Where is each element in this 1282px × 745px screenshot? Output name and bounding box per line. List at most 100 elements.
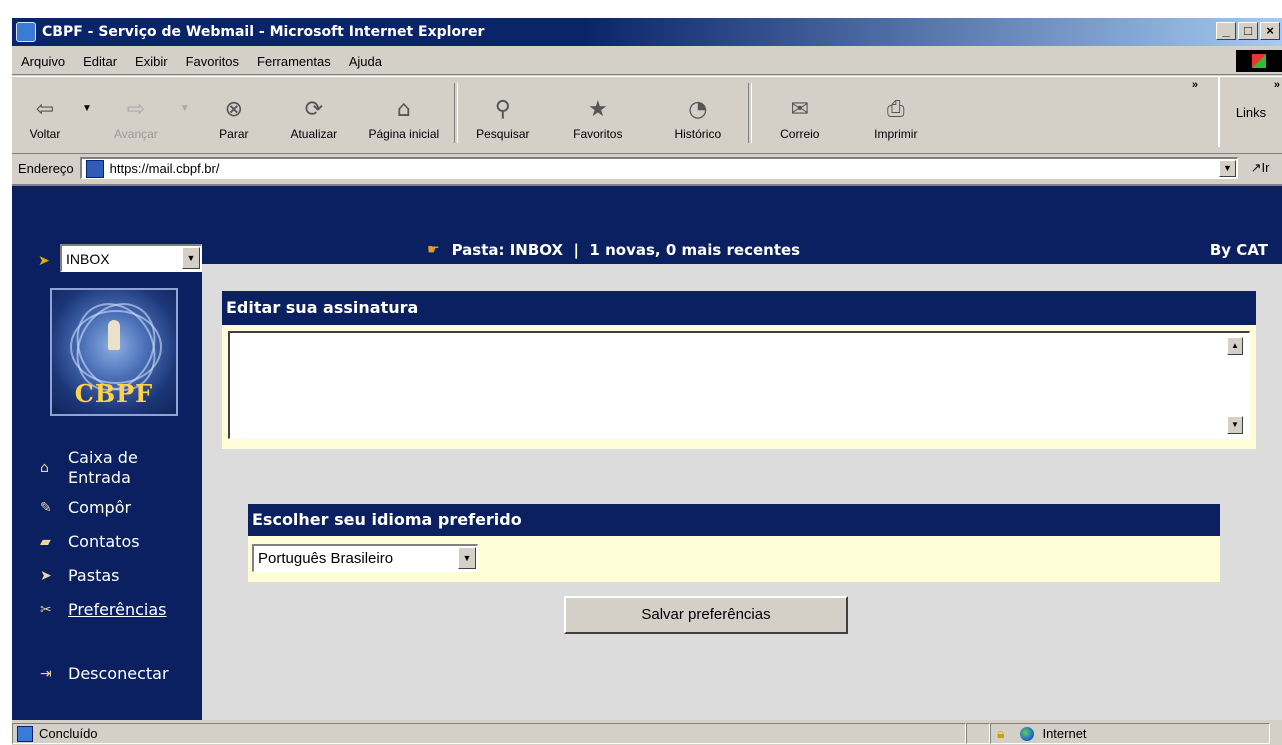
ie-app-icon <box>16 22 36 42</box>
by-cat-credit: By CAT <box>1209 241 1268 259</box>
favorites-folder-icon: ★ <box>587 97 608 122</box>
forward-button[interactable]: ⇨ Avançar <box>96 77 176 147</box>
language-dropdown-icon[interactable]: ▼ <box>458 547 476 569</box>
address-book-icon: ▰ <box>40 534 51 550</box>
sidebar-item-logout[interactable]: ⇥ Desconectar <box>40 664 169 684</box>
forward-dropdown-icon[interactable]: ▼ <box>176 103 194 114</box>
printer-icon: ⎙ <box>887 97 905 122</box>
back-label: Voltar <box>29 127 61 141</box>
sidebar-item-contacts[interactable]: ▰ Contatos <box>40 532 140 552</box>
forward-label: Avançar <box>114 127 158 141</box>
scroll-down-icon[interactable]: ▼ <box>1227 416 1243 434</box>
back-arrow-icon: ⇦ <box>35 97 55 122</box>
globe-icon <box>1020 726 1035 741</box>
sidebar-item-folders[interactable]: ➤ Pastas <box>40 566 119 586</box>
folder-dropdown-icon[interactable]: ▼ <box>182 247 200 269</box>
back-dropdown-icon[interactable]: ▼ <box>78 103 96 114</box>
mail-icon: ✉ <box>790 97 810 122</box>
menu-favoritos[interactable]: Favoritos <box>177 54 248 69</box>
address-label: Endereço <box>18 160 74 176</box>
menu-arquivo[interactable]: Arquivo <box>12 54 74 69</box>
stop-button[interactable]: ⊗ Parar <box>194 77 274 147</box>
sidebar-item-compose[interactable]: ✎ Compôr <box>40 498 131 518</box>
print-label: Imprimir <box>874 127 918 141</box>
signature-textarea[interactable]: ▲ ▼ <box>228 331 1250 439</box>
sidebar-item-label: Caixa de Entrada <box>68 448 138 487</box>
zone-label: Internet <box>1042 726 1087 741</box>
search-label: Pesquisar <box>476 127 530 141</box>
toolbar: ⇦ Voltar ▼ ⇨ Avançar ▼ ⊗ Parar ⟳ Atualiz… <box>12 76 1282 154</box>
folder-select-value: INBOX <box>66 250 110 267</box>
sidebar-item-label: Pastas <box>68 566 120 585</box>
folder-status: ☛ Pasta: INBOX | 1 novas, 0 mais recente… <box>427 241 800 259</box>
logo-figure <box>108 320 120 350</box>
history-icon: ◔ <box>688 97 708 122</box>
menu-ferramentas[interactable]: Ferramentas <box>248 54 340 69</box>
go-arrow-icon: ↗ <box>1250 160 1262 175</box>
preferences-tools-icon: ✂ <box>40 602 52 618</box>
toolbar-more-chevron-icon[interactable]: » <box>1192 79 1198 91</box>
signature-panel: Editar sua assinatura ▲ ▼ <box>222 291 1256 451</box>
home-label: Página inicial <box>368 127 440 141</box>
refresh-button[interactable]: ⟳ Atualizar <box>274 77 354 147</box>
menu-ajuda[interactable]: Ajuda <box>340 54 391 69</box>
history-label: Histórico <box>674 127 722 141</box>
menu-exibir[interactable]: Exibir <box>126 54 177 69</box>
folder-select[interactable]: INBOX ▼ <box>60 244 202 272</box>
favorites-button[interactable]: ★ Favoritos <box>548 77 648 147</box>
hand-pointer-icon: ☛ <box>427 242 440 258</box>
save-preferences-button[interactable]: Salvar preferências <box>564 596 848 634</box>
sidebar-item-preferences[interactable]: ✂ Preferências <box>40 600 167 620</box>
mail-label: Correio <box>780 127 820 141</box>
search-icon: ⚲ <box>494 97 511 122</box>
language-panel: Escolher seu idioma preferido Português … <box>248 504 1220 584</box>
status-bar: Concluído 🔒︎ Internet <box>12 720 1282 745</box>
address-url: https://mail.cbpf.br/ <box>109 161 220 176</box>
windows-logo-icon <box>1236 50 1282 72</box>
status-empty-cell <box>966 723 990 744</box>
menu-editar[interactable]: Editar <box>74 54 126 69</box>
links-bar[interactable]: Links » <box>1218 77 1282 147</box>
window-title: CBPF - Serviço de Webmail - Microsoft In… <box>42 24 485 40</box>
minimize-button[interactable]: _ <box>1216 22 1236 40</box>
maximize-button[interactable]: □ <box>1238 22 1258 40</box>
status-text-cell: Concluído <box>12 723 966 744</box>
cbpf-logo: CBPF <box>50 288 178 416</box>
close-button[interactable]: × <box>1260 22 1280 40</box>
folder-arrow-icon: ➤ <box>40 568 52 584</box>
links-label: Links <box>1235 104 1267 120</box>
sidebar-item-label: Preferências <box>68 600 167 619</box>
address-input[interactable]: https://mail.cbpf.br/ ▼ <box>79 157 1238 179</box>
favorites-label: Favoritos <box>573 127 623 141</box>
page-icon <box>85 159 104 178</box>
search-button[interactable]: ⚲ Pesquisar <box>458 77 548 147</box>
back-button[interactable]: ⇦ Voltar <box>12 77 78 147</box>
page-top-strip <box>12 186 1282 216</box>
address-dropdown-icon[interactable]: ▼ <box>1219 160 1236 177</box>
folder-arrow-icon: ➤ <box>38 252 50 268</box>
language-select[interactable]: Português Brasileiro ▼ <box>252 544 478 572</box>
title-bar: CBPF - Serviço de Webmail - Microsoft In… <box>12 18 1282 46</box>
menu-bar: Arquivo Editar Exibir Favoritos Ferramen… <box>12 48 1282 75</box>
padlock-icon: 🔒︎ <box>997 725 1005 741</box>
home-button[interactable]: ⌂ Página inicial <box>354 77 454 147</box>
forward-arrow-icon: ⇨ <box>126 97 146 122</box>
stop-label: Parar <box>219 127 249 141</box>
home-icon: ⌂ <box>396 97 411 122</box>
go-button[interactable]: ↗Ir <box>1238 160 1282 176</box>
refresh-label: Atualizar <box>290 127 338 141</box>
scroll-up-icon[interactable]: ▲ <box>1227 337 1243 355</box>
signature-body: ▲ ▼ <box>222 325 1256 449</box>
sidebar-item-inbox[interactable]: ⌂ Caixa de Entrada <box>40 448 138 488</box>
folder-status-text: Pasta: INBOX | 1 novas, 0 mais recentes <box>451 241 801 259</box>
home-icon: ⌂ <box>40 460 49 476</box>
language-heading: Escolher seu idioma preferido <box>248 504 1220 536</box>
go-label: Ir <box>1261 160 1270 175</box>
mail-button[interactable]: ✉ Correio <box>752 77 848 147</box>
sidebar-item-label: Compôr <box>68 498 132 517</box>
print-button[interactable]: ⎙ Imprimir <box>848 77 944 147</box>
history-button[interactable]: ◔ Histórico <box>648 77 748 147</box>
web-page: CBPF ⌂ Caixa de Entrada ✎ Compôr ▰ Contat… <box>12 184 1282 720</box>
browser-window: CBPF - Serviço de Webmail - Microsoft In… <box>10 16 1282 745</box>
status-zone-cell: 🔒︎ Internet <box>990 723 1270 744</box>
